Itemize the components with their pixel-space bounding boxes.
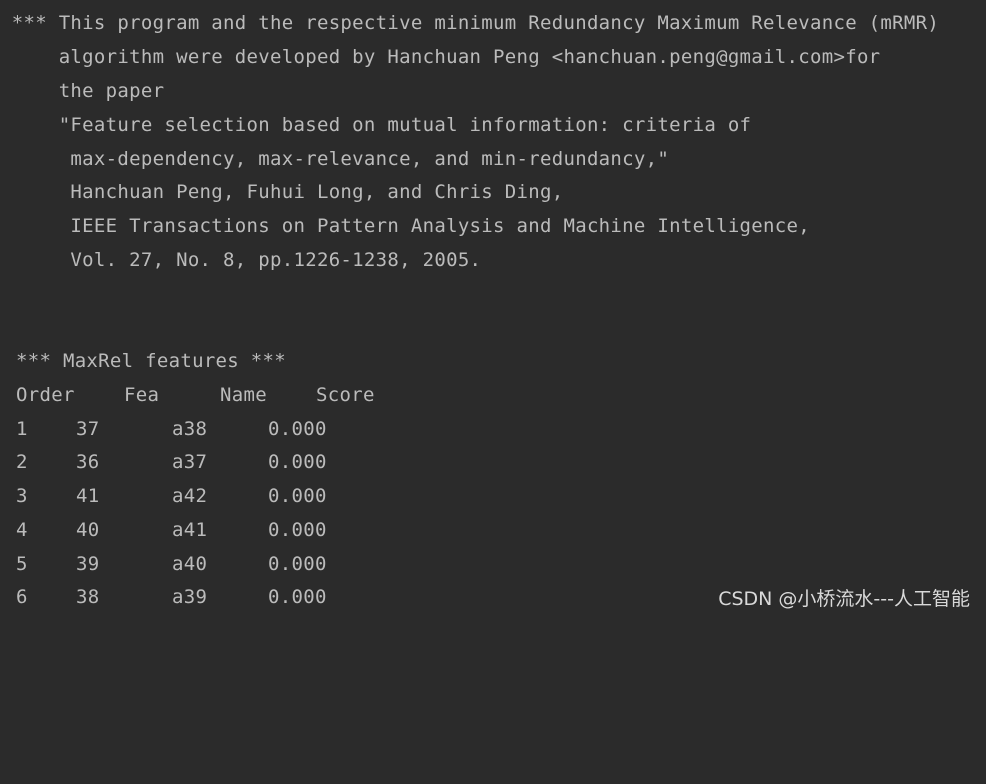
cell-score: 0.000: [268, 451, 327, 473]
cell-order: 4: [16, 519, 28, 541]
header-line: algorithm were developed by Hanchuan Pen…: [0, 46, 881, 68]
cell-order: 3: [16, 485, 28, 507]
cell-score: 0.000: [268, 418, 327, 440]
header-line: IEEE Transactions on Pattern Analysis an…: [0, 215, 810, 237]
cell-fea: 36: [76, 451, 100, 473]
cell-fea: 40: [76, 519, 100, 541]
table-row: 4 40 a41 0.000: [0, 513, 326, 547]
cell-name: a42: [172, 485, 208, 507]
cell-order: 1: [16, 418, 28, 440]
cell-name: a39: [172, 586, 208, 608]
section-title: *** MaxRel features ***: [16, 350, 286, 372]
column-header-name: Name: [220, 384, 267, 406]
header-line: the paper: [0, 80, 165, 102]
header-line: "Feature selection based on mutual infor…: [0, 114, 752, 136]
cell-order: 2: [16, 451, 28, 473]
cell-order: 5: [16, 553, 28, 575]
table-header: Order Fea Name Score: [0, 378, 374, 412]
cell-fea: 37: [76, 418, 100, 440]
cell-fea: 39: [76, 553, 100, 575]
column-header-fea: Fea: [124, 384, 160, 406]
table-row: 5 39 a40 0.000: [0, 547, 326, 581]
cell-order: 6: [16, 586, 28, 608]
cell-fea: 41: [76, 485, 100, 507]
cell-name: a40: [172, 553, 208, 575]
cell-name: a41: [172, 519, 208, 541]
cell-name: a38: [172, 418, 208, 440]
cell-score: 0.000: [268, 519, 327, 541]
cell-score: 0.000: [268, 586, 327, 608]
cell-fea: 38: [76, 586, 100, 608]
cell-score: 0.000: [268, 485, 327, 507]
table-row: 6 38 a39 0.000: [0, 580, 326, 614]
cell-name: a37: [172, 451, 208, 473]
watermark-text: CSDN @小桥流水---人工智能: [718, 588, 970, 610]
cell-score: 0.000: [268, 553, 327, 575]
header-line: max-dependency, max-relevance, and min-r…: [0, 148, 670, 170]
column-header-order: Order: [16, 384, 75, 406]
header-line: Vol. 27, No. 8, pp.1226-1238, 2005.: [0, 249, 482, 271]
table-row: 1 37 a38 0.000: [0, 412, 326, 446]
header-line: Hanchuan Peng, Fuhui Long, and Chris Din…: [0, 181, 564, 203]
column-header-score: Score: [316, 384, 375, 406]
table-row: 2 36 a37 0.000: [0, 445, 326, 479]
table-row: 3 41 a42 0.000: [0, 479, 326, 513]
header-line: *** This program and the respective mini…: [0, 12, 940, 34]
